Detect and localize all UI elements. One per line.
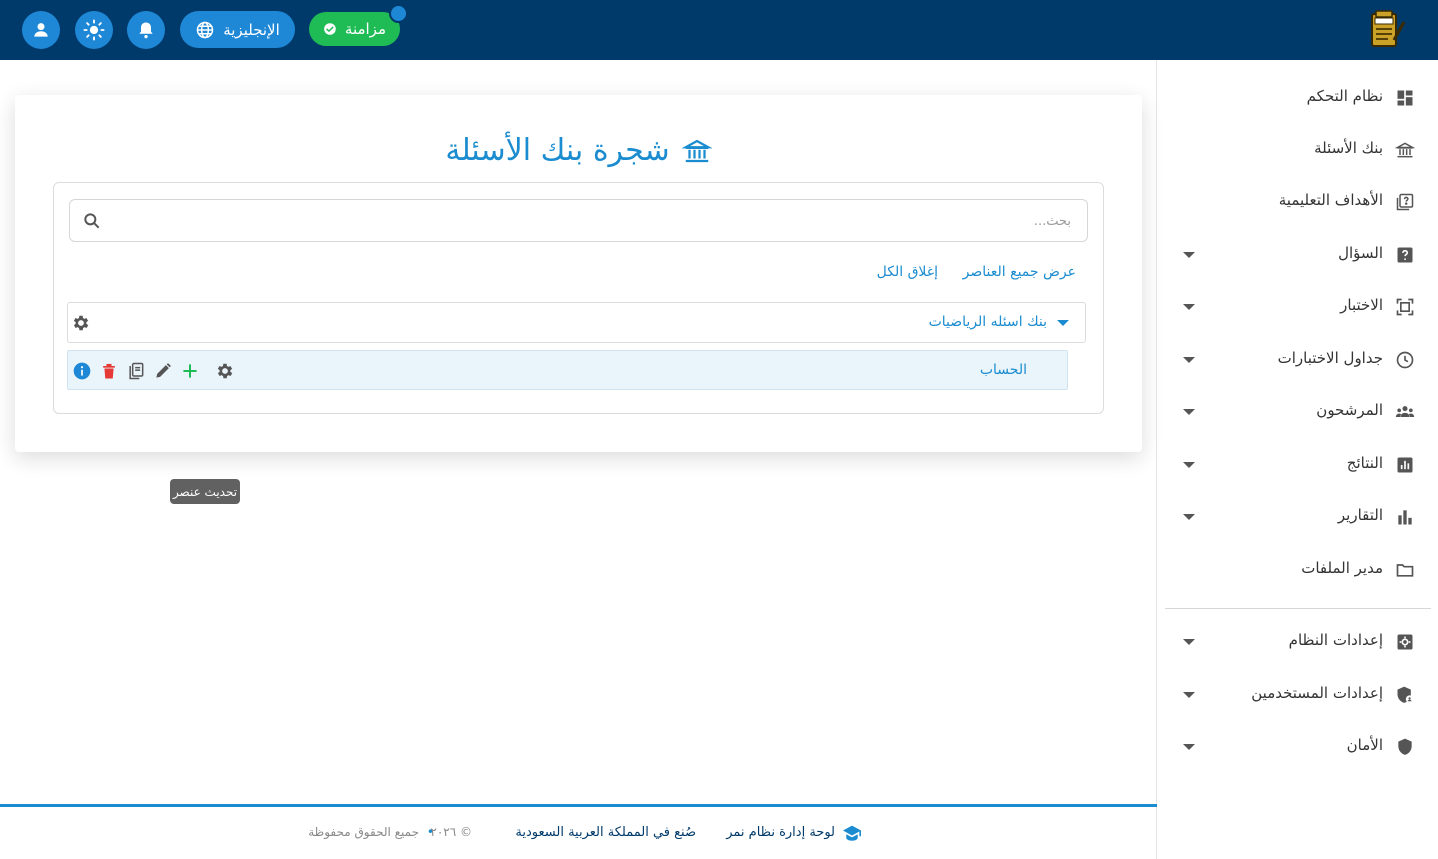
user-icon	[34, 23, 48, 37]
footer-rights: جميع الحقوق محفوظة	[308, 825, 419, 839]
gear-icon[interactable]	[71, 313, 91, 333]
search-icon[interactable]	[82, 211, 102, 231]
sidebar-item-label: الأمان	[1346, 736, 1383, 754]
tooltip: تحديث عنصر	[170, 479, 240, 504]
results-icon	[1397, 457, 1413, 473]
folder-icon	[1396, 564, 1414, 577]
search-box	[69, 199, 1088, 242]
question-icon	[1397, 247, 1413, 263]
edit-pencil-icon[interactable]	[153, 361, 173, 381]
objectives-icon	[1396, 193, 1414, 211]
user-button[interactable]	[22, 11, 60, 49]
add-icon[interactable]	[180, 361, 200, 381]
sidebar-item-label: السؤال	[1338, 244, 1383, 262]
question-bank-tree-card: شجرة بنك الأسئلة عرض جميع العناصر إغلاق …	[15, 95, 1142, 504]
gear-icon[interactable]	[215, 361, 235, 381]
footer-made-in: صُنع في المملكة العربية السعودية	[515, 825, 696, 840]
graduation-cap-icon	[843, 825, 861, 841]
sidebar-divider	[1165, 608, 1431, 609]
tree-node-label[interactable]: الحساب	[980, 362, 1027, 378]
footer-separator: •	[426, 825, 434, 839]
sidebar-item-results[interactable]: النتائج	[1157, 445, 1438, 485]
theme-toggle-button[interactable]	[75, 11, 113, 49]
sidebar-item-label: الأهداف التعليمية	[1278, 191, 1383, 209]
page-title-text: شجرة بنك الأسئلة	[445, 133, 670, 168]
sync-button[interactable]: مزامنة	[309, 12, 400, 46]
sidebar-item-label: التقارير	[1337, 506, 1383, 524]
sidebar-item-label: النتائج	[1346, 454, 1383, 472]
settings-icon	[1397, 634, 1413, 650]
sidebar-item-label: إعدادات المستخدمين	[1251, 684, 1383, 702]
caret-down-icon[interactable]	[1057, 320, 1069, 326]
chevron-down-icon[interactable]	[1183, 357, 1195, 363]
sidebar-item-label: بنك الأسئلة	[1314, 139, 1383, 157]
exam-icon	[1396, 298, 1414, 316]
sidebar-item-question[interactable]: السؤال	[1157, 235, 1438, 275]
chevron-down-icon[interactable]	[1183, 409, 1195, 415]
sidebar-item-security[interactable]: الأمان	[1157, 727, 1438, 767]
page-title: شجرة بنك الأسئلة	[15, 133, 1142, 168]
sidebar-item-label: مدير الملفات	[1301, 559, 1383, 577]
sidebar-item-file-manager[interactable]: مدير الملفات	[1157, 550, 1438, 590]
chevron-down-icon[interactable]	[1183, 639, 1195, 645]
tree-container: عرض جميع العناصر إغلاق الكل بنك اسئله ال…	[53, 182, 1104, 504]
top-header: الإنجليزية مزامنة	[0, 0, 1438, 60]
user-shield-icon	[1397, 686, 1414, 703]
chevron-down-icon[interactable]	[1183, 462, 1195, 468]
sidebar-item-label: الاختبار	[1340, 296, 1383, 314]
sidebar-item-question-bank[interactable]: بنك الأسئلة	[1157, 130, 1438, 170]
sidebar-item-learning-objectives[interactable]: الأهداف التعليمية	[1157, 182, 1438, 222]
sidebar-item-label: نظام التحكم	[1306, 87, 1383, 105]
tree-node-label[interactable]: بنك اسئله الرياضيات	[929, 314, 1047, 330]
sidebar-item-system-settings[interactable]: إعدادات النظام	[1157, 622, 1438, 662]
candidates-icon	[1395, 406, 1415, 417]
sidebar-item-label: جداول الاختبارات	[1277, 349, 1383, 367]
chevron-down-icon[interactable]	[1183, 744, 1195, 750]
notifications-button[interactable]	[127, 11, 165, 49]
copy-icon[interactable]	[126, 361, 146, 381]
bank-icon	[681, 139, 712, 162]
sidebar: نظام التحكم بنك الأسئلة الأهداف التعليمي…	[1156, 60, 1438, 859]
footer-year: © ٢٠٢٦	[430, 825, 472, 839]
check-circle-icon	[324, 23, 336, 35]
chevron-down-icon[interactable]	[1183, 304, 1195, 310]
globe-icon	[196, 21, 214, 38]
search-input[interactable]	[131, 210, 1071, 232]
dashboard-icon	[1397, 90, 1413, 106]
sync-status-dot	[389, 4, 408, 23]
tree-node-child[interactable]: الحساب	[67, 350, 1068, 390]
footer: لوحة إدارة نظام نمر صُنع في المملكة العر…	[0, 807, 1157, 859]
trash-icon[interactable]	[99, 361, 119, 381]
sidebar-item-user-settings[interactable]: إعدادات المستخدمين	[1157, 675, 1438, 715]
language-label: الإنجليزية	[223, 20, 280, 39]
sidebar-item-exam-schedules[interactable]: جداول الاختبارات	[1157, 340, 1438, 380]
sidebar-item-candidates[interactable]: المرشحون	[1157, 392, 1438, 432]
language-button[interactable]: الإنجليزية	[180, 11, 295, 48]
shield-icon	[1398, 738, 1412, 755]
show-all-link[interactable]: عرض جميع العناصر	[963, 264, 1076, 280]
sync-label: مزامنة	[344, 20, 386, 38]
sun-icon	[83, 19, 105, 41]
footer-brand: لوحة إدارة نظام نمر	[726, 825, 835, 840]
exam-logo-icon[interactable]	[1366, 10, 1408, 50]
sidebar-item-exam[interactable]: الاختبار	[1157, 287, 1438, 327]
sidebar-item-dashboard[interactable]: نظام التحكم	[1157, 78, 1438, 118]
clock-icon	[1396, 351, 1414, 369]
chevron-down-icon[interactable]	[1183, 252, 1195, 258]
sidebar-item-label: المرشحون	[1316, 401, 1383, 419]
bell-icon	[139, 22, 153, 39]
reports-icon	[1398, 510, 1412, 525]
sidebar-item-reports[interactable]: التقارير	[1157, 497, 1438, 537]
sidebar-item-label: إعدادات النظام	[1288, 631, 1383, 649]
chevron-down-icon[interactable]	[1183, 514, 1195, 520]
chevron-down-icon[interactable]	[1183, 692, 1195, 698]
info-icon[interactable]	[72, 361, 92, 381]
collapse-all-link[interactable]: إغلاق الكل	[877, 264, 938, 280]
bank-icon	[1395, 142, 1415, 158]
tree-node-root[interactable]: بنك اسئله الرياضيات	[67, 302, 1086, 343]
